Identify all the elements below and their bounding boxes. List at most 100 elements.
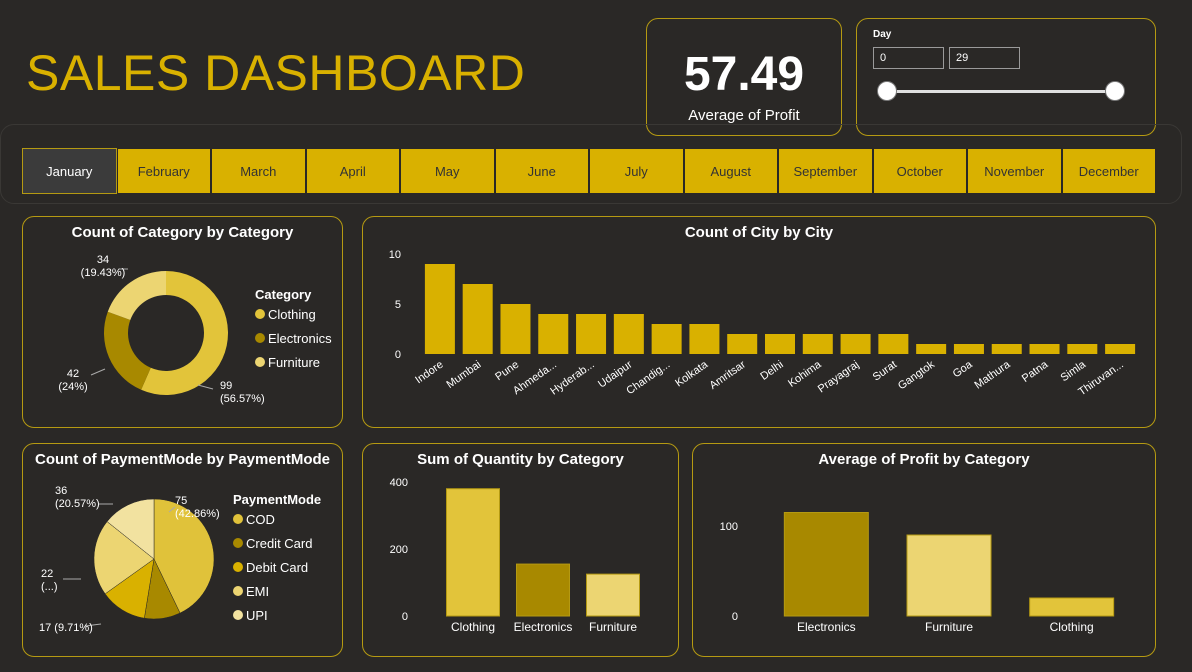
bar[interactable] [1067,344,1098,354]
legend-item[interactable]: Clothing [255,302,332,326]
bar[interactable] [613,314,644,354]
profit-bar-chart: 0 100 Electronics Furniture Clothing [720,512,1115,634]
y-tick-label: 100 [720,521,738,533]
bar[interactable] [840,334,871,354]
x-tick-label: Patna [1020,358,1051,385]
profit-chart-panel: Average of Profit by Category 0 100 Electr… [692,443,1156,657]
bar[interactable] [586,573,640,617]
x-tick-label: Clothing [1050,620,1094,634]
slider-track[interactable] [887,90,1117,93]
month-button-july[interactable]: July [589,148,684,194]
bar[interactable] [765,334,795,354]
legend-dot-icon [233,586,243,596]
legend-dot-icon [233,514,243,524]
data-label: 17 (9.71%) [39,622,93,634]
x-tick-label: Surat [871,359,899,384]
day-slicer: Day 0 29 [856,18,1156,136]
bar[interactable] [462,284,493,354]
bar[interactable] [424,264,455,354]
month-button-november[interactable]: November [967,148,1062,194]
month-button-september[interactable]: September [778,148,873,194]
payment-legend: PaymentMode COD Credit Card Debit Card EMI U… [233,492,321,627]
month-button-december[interactable]: December [1061,148,1156,194]
month-button-may[interactable]: May [400,148,495,194]
bar[interactable] [783,512,869,617]
x-tick-label: Simla [1059,358,1089,384]
y-tick-label: 5 [395,299,401,311]
bar[interactable] [916,344,947,354]
month-button-january[interactable]: January [22,148,117,194]
x-tick-label: Furniture [589,620,637,634]
bar[interactable] [1029,597,1115,617]
y-tick-label: 200 [390,544,408,556]
slicer-max-input[interactable]: 29 [949,47,1020,69]
month-button-february[interactable]: February [116,148,211,194]
x-tick-label: Indore [413,359,445,387]
x-tick-label: Mathura [973,358,1014,391]
data-label: (19.43%) [81,267,126,279]
y-tick-label: 0 [732,611,738,623]
legend-item[interactable]: EMI [233,579,321,603]
legend-item[interactable]: Credit Card [233,531,321,555]
month-button-june[interactable]: June [494,148,589,194]
y-tick-label: 400 [390,477,408,489]
data-label: 34 [97,254,109,266]
x-tick-label: Delhi [758,359,785,383]
legend-label: Debit Card [246,559,309,575]
legend-label: Credit Card [246,535,313,551]
bar[interactable] [1105,344,1136,354]
bar[interactable] [1029,344,1060,354]
month-button-march[interactable]: March [211,148,306,194]
bar[interactable] [576,314,607,354]
legend-item[interactable]: Furniture [255,350,332,374]
bar[interactable] [991,344,1022,354]
legend-item[interactable]: Debit Card [233,555,321,579]
donut-slice-electronics[interactable] [103,311,151,390]
slicer-min-input[interactable]: 0 [873,47,944,69]
bar[interactable] [953,344,984,354]
label-leader-line [90,368,106,376]
bar[interactable] [878,334,909,354]
y-tick-label: 0 [402,611,408,623]
bar[interactable] [802,334,833,354]
kpi-value: 57.49 [683,48,805,101]
x-tick-label: Clothing [451,620,495,634]
x-tick-label: Kolkata [673,358,711,389]
y-tick-label: 0 [395,349,401,361]
bar[interactable] [727,334,758,354]
x-tick-label: Gangtok [896,358,937,392]
bar[interactable] [651,324,682,354]
bar[interactable] [516,563,570,617]
data-label: (56.57%) [220,393,265,405]
bar[interactable] [538,314,569,354]
slider-min-handle[interactable] [877,81,897,101]
legend-item[interactable]: Electronics [255,326,332,350]
legend-dot-icon [255,333,265,343]
bar[interactable] [906,534,992,617]
legend-label: UPI [246,607,268,623]
month-button-august[interactable]: August [683,148,778,194]
bar[interactable] [446,488,500,617]
month-button-october[interactable]: October [872,148,967,194]
legend-title: Category [255,287,312,302]
legend-title: PaymentMode [233,492,322,507]
city-chart-panel: Count of City by City 0 5 10 Indore Mumbai Pu… [362,216,1156,428]
legend-label: Electronics [268,330,332,346]
y-tick-label: 10 [389,249,401,261]
legend-dot-icon [233,538,243,548]
legend-item[interactable]: COD [233,507,321,531]
bar[interactable] [500,304,531,354]
quantity-bar-chart: 0 200 400 Clothing Electronics Furniture [390,477,640,634]
dashboard-title: SALES DASHBOARD [26,45,526,101]
month-button-april[interactable]: April [305,148,400,194]
data-label: 99 [220,380,232,392]
data-label: (42.86%) [175,508,220,520]
kpi-label: Average of Profit [688,107,800,124]
legend-label: Furniture [268,354,321,370]
legend-dot-icon [255,309,265,319]
x-tick-label: Electronics [797,620,856,634]
legend-item[interactable]: UPI [233,603,321,627]
bar[interactable] [689,324,720,354]
legend-dot-icon [233,610,243,620]
slider-max-handle[interactable] [1105,81,1125,101]
